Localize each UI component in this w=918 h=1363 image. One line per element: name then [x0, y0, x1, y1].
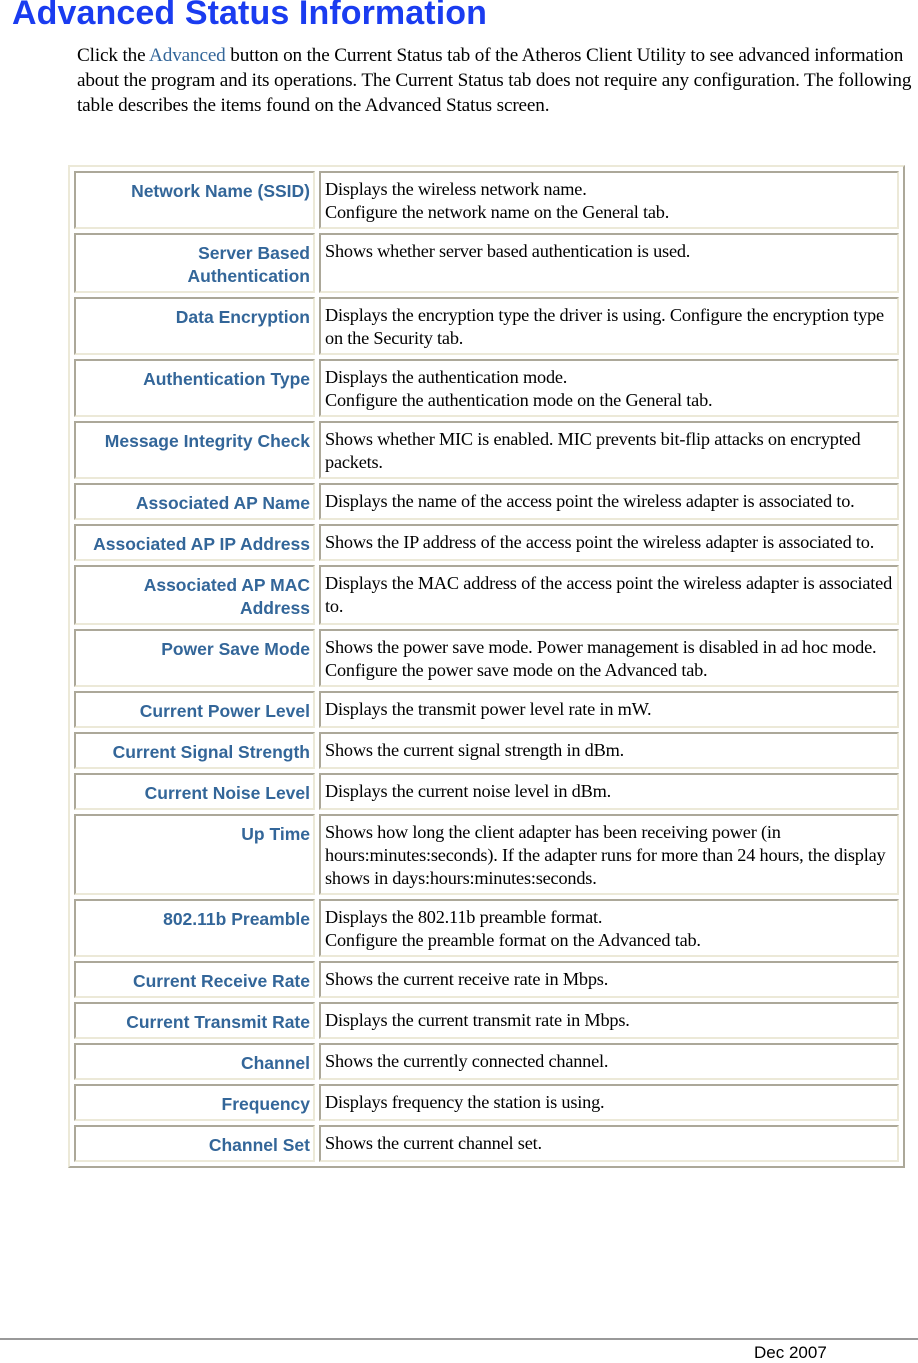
row-description: Shows the IP address of the access point…	[319, 524, 899, 561]
row-term: Authentication Type	[74, 359, 315, 417]
row-description: Displays the current transmit rate in Mb…	[319, 1002, 899, 1039]
row-term: Associated AP MAC Address	[74, 565, 315, 625]
row-term: Message Integrity Check	[74, 421, 315, 479]
table-row: Up Time Shows how long the client adapter…	[74, 814, 899, 895]
row-description: Displays the authentication mode. Configu…	[319, 359, 899, 417]
row-term: Server Based Authentication	[74, 233, 315, 293]
row-description: Shows the current receive rate in Mbps.	[319, 961, 899, 998]
advanced-link[interactable]: Advanced	[149, 45, 226, 66]
row-term: Associated AP Name	[74, 483, 315, 520]
description-line: Configure the power save mode on the Adv…	[325, 660, 708, 680]
description-line: Displays the authentication mode.	[325, 367, 568, 387]
description-line: Configure the authentication mode on the…	[325, 390, 713, 410]
description-line: Displays the current transmit rate in Mb…	[325, 1010, 630, 1030]
row-term: Power Save Mode	[74, 629, 315, 687]
description-line: Displays the 802.11b preamble format.	[325, 907, 603, 927]
table-row: Current Receive Rate Shows the current re…	[74, 961, 899, 998]
table-row: Associated AP MAC Address Displays the MA…	[74, 565, 899, 625]
footer-divider	[0, 1338, 918, 1340]
row-description: Displays the transmit power level rate i…	[319, 691, 899, 728]
description-line: Displays the current noise level in dBm.	[325, 781, 611, 801]
intro-paragraph: Click the Advanced button on the Current…	[77, 43, 917, 118]
description-line: Shows whether MIC is enabled. MIC preven…	[325, 429, 861, 472]
table-row: Server Based Authentication Shows whether…	[74, 233, 899, 293]
table-row: Current Transmit Rate Displays the curren…	[74, 1002, 899, 1039]
row-description: Displays the name of the access point th…	[319, 483, 899, 520]
table-body: Network Name (SSID) Displays the wireless…	[74, 171, 899, 1162]
row-description: Shows the currently connected channel.	[319, 1043, 899, 1080]
table-row: Associated AP IP Address Shows the IP add…	[74, 524, 899, 561]
intro-text-before: Click the	[77, 45, 150, 66]
description-line: Displays the wireless network name.	[325, 179, 587, 199]
row-term: 802.11b Preamble	[74, 899, 315, 957]
description-line: Configure the network name on the Genera…	[325, 202, 670, 222]
description-line: Shows how long the client adapter has be…	[325, 822, 886, 888]
row-term: Current Transmit Rate	[74, 1002, 315, 1039]
description-line: Displays the name of the access point th…	[325, 491, 855, 511]
table-row: Channel Shows the currently connected cha…	[74, 1043, 899, 1080]
row-term: Channel Set	[74, 1125, 315, 1162]
row-description: Displays frequency the station is using.	[319, 1084, 899, 1121]
row-term: Up Time	[74, 814, 315, 895]
row-term: Associated AP IP Address	[74, 524, 315, 561]
description-line: Shows the IP address of the access point…	[325, 532, 875, 552]
description-line: Displays frequency the station is using.	[325, 1092, 605, 1112]
table-row: Power Save Mode Shows the power save mode…	[74, 629, 899, 687]
row-term: Network Name (SSID)	[74, 171, 315, 229]
row-description: Shows how long the client adapter has be…	[319, 814, 899, 895]
table-row: Data Encryption Displays the encryption t…	[74, 297, 899, 355]
row-description: Displays the wireless network name. Confi…	[319, 171, 899, 229]
table-row: Associated AP Name Displays the name of t…	[74, 483, 899, 520]
table-row: Message Integrity Check Shows whether MIC…	[74, 421, 899, 479]
row-description: Displays the encryption type the driver …	[319, 297, 899, 355]
table-row: Current Noise Level Displays the current …	[74, 773, 899, 810]
row-term: Data Encryption	[74, 297, 315, 355]
table-row: Authentication Type Displays the authenti…	[74, 359, 899, 417]
row-description: Shows the current channel set.	[319, 1125, 899, 1162]
status-items-table: Network Name (SSID) Displays the wireless…	[68, 165, 905, 1168]
row-description: Shows whether server based authenticatio…	[319, 233, 899, 293]
description-line: Configure the preamble format on the Adv…	[325, 930, 701, 950]
row-term: Current Receive Rate	[74, 961, 315, 998]
table-row: Frequency Displays frequency the station …	[74, 1084, 899, 1121]
description-line: Shows whether server based authenticatio…	[325, 241, 691, 261]
row-description: Displays the current noise level in dBm.	[319, 773, 899, 810]
row-description: Displays the 802.11b preamble format. Con…	[319, 899, 899, 957]
table-row: Channel Set Shows the current channel set…	[74, 1125, 899, 1162]
page-title: Advanced Status Information	[12, 0, 487, 32]
row-description: Shows the power save mode. Power managem…	[319, 629, 899, 687]
description-line: Displays the transmit power level rate i…	[325, 699, 652, 719]
description-line: Displays the MAC address of the access p…	[325, 573, 893, 616]
table-row: 802.11b Preamble Displays the 802.11b pre…	[74, 899, 899, 957]
row-description: Shows the current signal strength in dBm…	[319, 732, 899, 769]
description-line: Displays the encryption type the driver …	[325, 305, 884, 348]
description-line: Shows the currently connected channel.	[325, 1051, 609, 1071]
description-line: Shows the current receive rate in Mbps.	[325, 969, 609, 989]
row-term: Channel	[74, 1043, 315, 1080]
row-description: Shows whether MIC is enabled. MIC preven…	[319, 421, 899, 479]
row-term: Current Power Level	[74, 691, 315, 728]
row-term: Current Noise Level	[74, 773, 315, 810]
table-row: Network Name (SSID) Displays the wireless…	[74, 171, 899, 229]
footer-date: Dec 2007	[754, 1343, 827, 1362]
row-description: Displays the MAC address of the access p…	[319, 565, 899, 625]
description-line: Shows the current channel set.	[325, 1133, 542, 1153]
table-row: Current Signal Strength Shows the current…	[74, 732, 899, 769]
row-term: Frequency	[74, 1084, 315, 1121]
row-term: Current Signal Strength	[74, 732, 315, 769]
description-line: Shows the current signal strength in dBm…	[325, 740, 624, 760]
table-row: Current Power Level Displays the transmit…	[74, 691, 899, 728]
description-line: Shows the power save mode. Power managem…	[325, 637, 877, 657]
